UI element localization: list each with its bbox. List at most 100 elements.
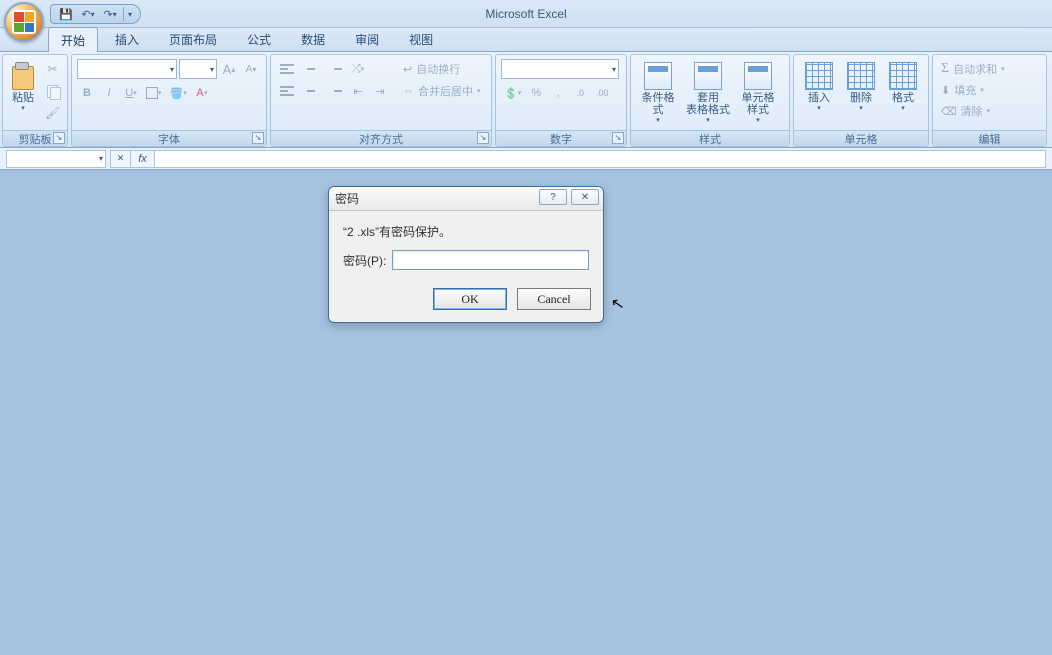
cell-styles-button[interactable]: 单元格 样式▾	[736, 59, 780, 125]
indent-icon: ⇥	[375, 85, 384, 98]
password-dialog: 密码 ? ✕ “2 .xls”有密码保护。 密码(P): OK Cancel	[328, 186, 604, 323]
sigma-icon: Σ	[941, 61, 949, 77]
insert-icon	[805, 62, 833, 90]
bucket-icon: 🪣	[170, 87, 184, 100]
dialog-title: 密码	[335, 190, 359, 207]
password-field-label: 密码(P):	[343, 252, 386, 269]
align-bottom-icon	[327, 62, 343, 76]
tab-insert[interactable]: 插入	[102, 26, 152, 51]
format-painter-button[interactable]: 🖌	[42, 103, 63, 123]
insert-function-button[interactable]: fx	[130, 150, 154, 168]
number-format-combo[interactable]: ▾	[501, 59, 619, 79]
grow-font-button[interactable]: A▴	[219, 59, 239, 79]
password-input[interactable]	[392, 250, 589, 270]
font-color-icon: A	[196, 87, 204, 99]
qat-customize-button[interactable]: ▾	[128, 10, 132, 19]
cancel-formula-button[interactable]: ✕	[110, 150, 130, 168]
fill-color-button[interactable]: 🪣▾	[167, 83, 190, 103]
qat-redo-button[interactable]: ↷▾	[101, 6, 119, 22]
ok-button[interactable]: OK	[433, 288, 507, 310]
office-logo-icon	[12, 10, 36, 34]
format-cells-button[interactable]: 格式▾	[883, 59, 923, 125]
dialog-title-bar[interactable]: 密码 ? ✕	[329, 187, 603, 211]
shrink-font-button[interactable]: A▾	[241, 59, 261, 79]
clear-button[interactable]: ⌫清除▾	[938, 101, 1008, 121]
increase-indent-button[interactable]: ⇥	[370, 81, 390, 101]
bold-button[interactable]: B	[77, 83, 97, 103]
chevron-down-icon[interactable]: ▾	[113, 10, 117, 19]
conditional-format-button[interactable]: 条件格式▾	[636, 59, 680, 125]
cancel-button[interactable]: Cancel	[517, 288, 591, 310]
decrease-decimal-button[interactable]: .00	[592, 83, 612, 103]
chevron-down-icon: ▾	[99, 154, 103, 163]
border-button[interactable]: ▾	[143, 83, 165, 103]
font-size-combo[interactable]: ▾	[179, 59, 217, 79]
formula-bar: ▾ ✕ fx	[0, 148, 1052, 170]
font-color-button[interactable]: A▾	[192, 83, 212, 103]
ribbon: 粘贴 ▾ ✂ 🖌 剪贴板↘ ▾ ▾ A▴ A▾ B I U▾ ▾	[0, 52, 1052, 148]
tab-formulas[interactable]: 公式	[234, 26, 284, 51]
group-label-number: 数字↘	[496, 130, 626, 146]
align-middle-button[interactable]	[300, 59, 322, 79]
align-top-button[interactable]	[276, 59, 298, 79]
copy-button[interactable]	[42, 81, 63, 101]
insert-cells-button[interactable]: 插入▾	[799, 59, 839, 125]
quick-access-toolbar: 💾 ↶▾ ↷▾ ▾	[50, 4, 141, 24]
separator	[123, 7, 124, 21]
group-font: ▾ ▾ A▴ A▾ B I U▾ ▾ 🪣▾ A▾ 字体↘	[71, 54, 267, 147]
dialog-launcher-icon[interactable]: ↘	[252, 132, 264, 144]
merge-label: 合并后居中	[418, 83, 473, 99]
qat-save-button[interactable]: 💾	[57, 6, 75, 22]
align-left-button[interactable]	[276, 81, 298, 101]
tab-view[interactable]: 视图	[396, 26, 446, 51]
paste-button[interactable]: 粘贴 ▾	[8, 59, 38, 125]
copy-icon	[47, 85, 59, 97]
dialog-launcher-icon[interactable]: ↘	[477, 132, 489, 144]
delete-cells-button[interactable]: 删除▾	[841, 59, 881, 125]
percent-button[interactable]: %	[526, 83, 546, 103]
tab-data[interactable]: 数据	[288, 26, 338, 51]
border-icon	[146, 87, 158, 99]
align-bottom-button[interactable]	[324, 59, 346, 79]
tab-home[interactable]: 开始	[48, 27, 98, 52]
accounting-format-button[interactable]: 💲▾	[501, 83, 524, 103]
format-as-table-button[interactable]: 套用 表格格式▾	[682, 59, 734, 125]
underline-button[interactable]: U▾	[121, 83, 141, 103]
autosum-button[interactable]: Σ自动求和▾	[938, 59, 1024, 79]
comma-button[interactable]: ,	[548, 83, 568, 103]
italic-button[interactable]: I	[99, 83, 119, 103]
cut-button[interactable]: ✂	[42, 59, 63, 79]
fill-button[interactable]: ⬇填充▾	[938, 80, 1008, 100]
merge-center-button[interactable]: ⇔合并后居中▾	[400, 81, 498, 101]
orientation-button[interactable]: ⤮▾	[348, 59, 368, 79]
group-label-cells: 单元格	[794, 130, 928, 146]
group-label-clipboard: 剪贴板↘	[3, 130, 67, 146]
font-name-combo[interactable]: ▾	[77, 59, 177, 79]
chevron-down-icon[interactable]: ▾	[91, 10, 95, 19]
office-button[interactable]	[4, 2, 44, 42]
comma-icon: ,	[557, 87, 560, 99]
formula-input[interactable]	[154, 150, 1046, 168]
align-right-button[interactable]	[324, 81, 346, 101]
name-box[interactable]: ▾	[6, 150, 106, 168]
paste-label: 粘贴	[12, 92, 34, 104]
wrap-text-button[interactable]: ↩自动换行	[400, 59, 486, 79]
align-center-button[interactable]	[300, 81, 322, 101]
dialog-launcher-icon[interactable]: ↘	[612, 132, 624, 144]
wrap-label: 自动换行	[416, 61, 460, 77]
group-number: ▾ 💲▾ % , .0 .00 数字↘	[495, 54, 627, 147]
fill-down-icon: ⬇	[941, 84, 950, 97]
increase-decimal-button[interactable]: .0	[570, 83, 590, 103]
group-cells: 插入▾ 删除▾ 格式▾ 单元格	[793, 54, 929, 147]
cell-style-icon	[744, 62, 772, 90]
dialog-launcher-icon[interactable]: ↘	[53, 132, 65, 144]
qat-undo-button[interactable]: ↶▾	[79, 6, 97, 22]
title-bar: 💾 ↶▾ ↷▾ ▾ Microsoft Excel	[0, 0, 1052, 28]
dialog-close-button[interactable]: ✕	[571, 189, 599, 205]
close-icon: ✕	[581, 192, 589, 203]
tab-review[interactable]: 审阅	[342, 26, 392, 51]
decrease-indent-button[interactable]: ⇤	[348, 81, 368, 101]
tab-page-layout[interactable]: 页面布局	[156, 26, 230, 51]
dialog-help-button[interactable]: ?	[539, 189, 567, 205]
inc-decimal-icon: .0	[576, 88, 584, 98]
